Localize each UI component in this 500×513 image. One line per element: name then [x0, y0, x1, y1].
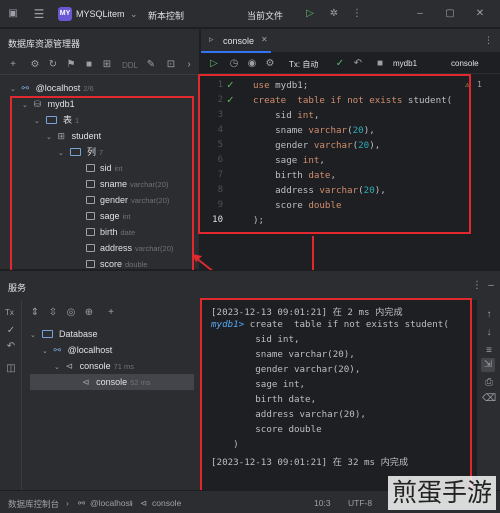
highlight-box-output [200, 298, 472, 494]
wrap-icon[interactable]: ≡ [482, 344, 496, 358]
delete-icon[interactable]: ⌫ [482, 392, 496, 406]
layout-icon[interactable]: ◫ [4, 362, 18, 376]
chevron-down-icon: ⌄ [30, 332, 36, 339]
connection-icon: ⚯ [78, 498, 86, 508]
expand-all-icon[interactable]: ⇕ [28, 306, 42, 320]
svc-node-host[interactable]: ⌄ ⚯ @localhost [42, 342, 112, 358]
minimize-panel-icon[interactable]: – [484, 279, 498, 293]
tree-time: 71 ms [113, 362, 135, 371]
soft-wrap-icon[interactable]: ⇲ [481, 358, 495, 372]
scroll-up-icon[interactable]: ↑ [482, 308, 496, 322]
cursor-position[interactable]: 10:3 [314, 498, 331, 508]
view-icon[interactable]: ◎ [64, 306, 78, 320]
commit-icon[interactable]: ✓ [4, 324, 18, 338]
tree-label: console [96, 377, 128, 387]
breadcrumb-item[interactable]: @localhost [90, 498, 132, 508]
tree-time: 52 ms [130, 378, 151, 387]
breadcrumb-item[interactable]: console [152, 498, 181, 508]
output-side-toolbar: ↑ ↓ ≡ ⇲ ⎙ ⌫ [477, 300, 500, 490]
more-options-icon[interactable]: ⋮ [470, 279, 484, 293]
breadcrumb-separator: › [130, 498, 133, 508]
tree-label: @localhost [67, 345, 113, 355]
services-title: 服务 [8, 283, 27, 293]
services-header: 服务 ⋮ – [0, 270, 500, 300]
new-session-icon[interactable]: ⊕ [82, 306, 96, 320]
watermark: 煎蛋手游 [387, 476, 496, 510]
add-icon[interactable]: + [104, 306, 118, 320]
console-icon: ⊲ [82, 377, 90, 387]
tree-label: console [79, 361, 111, 371]
collapse-all-icon[interactable]: ⇳ [46, 306, 60, 320]
breadcrumb-item[interactable]: 数据库控制台 [8, 498, 59, 510]
services-side-toolbar: Tx ✓ ↶ ◫ [0, 300, 22, 490]
encoding[interactable]: UTF-8 [348, 498, 372, 508]
chevron-down-icon: ⌄ [42, 348, 48, 355]
scroll-down-icon[interactable]: ↓ [482, 326, 496, 340]
rollback-icon[interactable]: ↶ [4, 340, 18, 354]
breadcrumb-separator: › [66, 498, 69, 508]
svc-node-console-child[interactable]: ⊲ console 52 ms [30, 374, 194, 390]
tx-icon[interactable]: Tx [5, 308, 14, 317]
tree-label: Database [59, 329, 98, 339]
svc-node-console[interactable]: ⌄ ⊲ console 71 ms [54, 358, 134, 374]
console-icon: ⊲ [140, 498, 148, 508]
svc-node-database[interactable]: ⌄ Database [30, 326, 98, 342]
console-icon: ⊲ [65, 361, 74, 371]
folder-icon [41, 330, 53, 338]
print-icon[interactable]: ⎙ [482, 376, 496, 390]
connection-icon: ⚯ [53, 345, 62, 355]
